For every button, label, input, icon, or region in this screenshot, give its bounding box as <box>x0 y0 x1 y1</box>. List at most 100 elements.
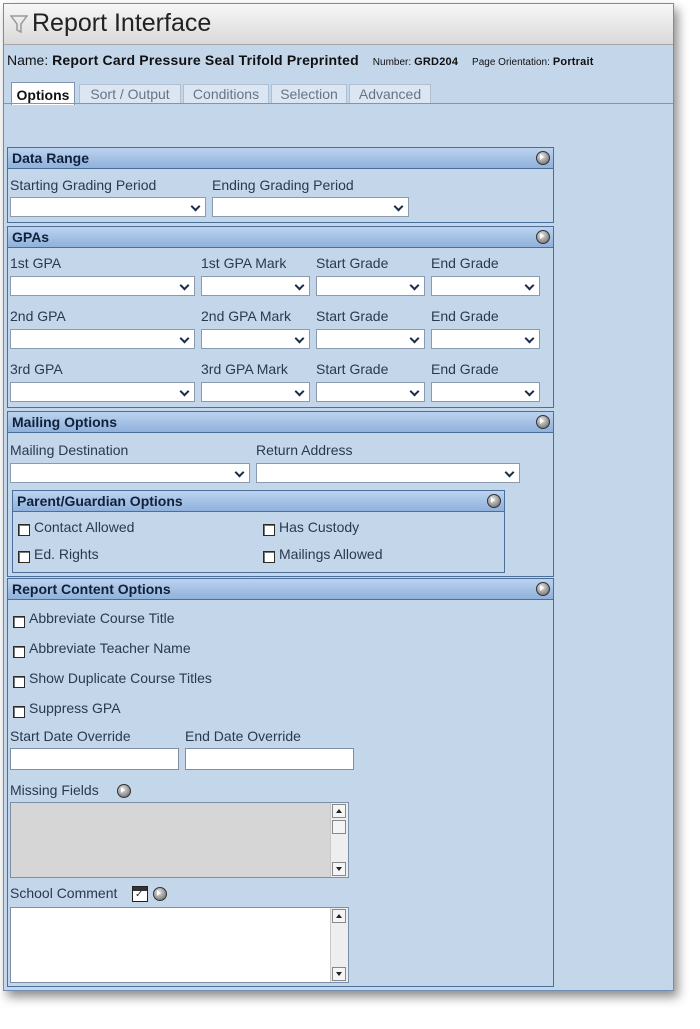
gpa-mark-label: 3rd GPA Mark <box>201 361 288 377</box>
report-interface-window: Report Interface Name: Report Card Press… <box>3 3 674 991</box>
collapse-icon[interactable] <box>536 230 550 244</box>
filter-icon <box>10 15 28 34</box>
show-duplicate-course-titles-label: Show Duplicate Course Titles <box>29 670 212 686</box>
end-grade-label: End Grade <box>431 361 499 377</box>
dropdown-arrow-icon <box>189 200 203 214</box>
gpa-2-end-grade-select[interactable] <box>431 329 540 349</box>
abbreviate-course-title-label: Abbreviate Course Title <box>29 610 175 626</box>
gpas-title: GPAs <box>12 229 50 245</box>
abbreviate-teacher-name-label: Abbreviate Teacher Name <box>29 640 191 656</box>
scroll-down-icon[interactable] <box>332 862 346 876</box>
gpas-panel: GPAs 1st GPA 1st GPA Mark Start Grade En… <box>7 226 554 408</box>
dropdown-arrow-icon <box>523 279 537 293</box>
suppress-gpa-checkbox[interactable] <box>13 706 25 718</box>
dropdown-arrow-icon <box>408 332 422 346</box>
parent-guardian-options-panel: Parent/Guardian Options Contact Allowed … <box>12 490 505 573</box>
dropdown-arrow-icon <box>408 385 422 399</box>
orientation-label: Page Orientation: <box>472 57 550 68</box>
start-date-override-label: Start Date Override <box>10 728 131 744</box>
report-content-options-panel: Report Content Options Abbreviate Course… <box>7 578 554 987</box>
gpa-1-mark-select[interactable] <box>201 276 310 296</box>
collapse-icon[interactable] <box>536 415 550 429</box>
tab-advanced[interactable]: Advanced <box>349 84 431 104</box>
collapse-icon[interactable] <box>536 151 550 165</box>
start-grade-label: Start Grade <box>316 361 389 377</box>
school-comment-options-icon[interactable] <box>153 887 167 901</box>
dropdown-arrow-icon <box>293 385 307 399</box>
dropdown-arrow-icon <box>503 466 517 480</box>
scroll-down-icon[interactable] <box>332 967 346 981</box>
gpa-3-start-grade-select[interactable] <box>316 382 425 402</box>
abbreviate-teacher-name-checkbox[interactable] <box>13 646 25 658</box>
start-date-override-input[interactable] <box>10 748 179 770</box>
starting-grading-period-select[interactable] <box>10 197 206 217</box>
tab-conditions[interactable]: Conditions <box>183 84 269 104</box>
tab-options[interactable]: Options <box>11 82 75 105</box>
dropdown-arrow-icon <box>408 279 422 293</box>
suppress-gpa-label: Suppress GPA <box>29 700 121 716</box>
mailing-destination-select[interactable] <box>10 463 250 483</box>
has-custody-label: Has Custody <box>279 519 360 535</box>
school-comment-label: School Comment <box>10 885 118 901</box>
school-comment-textarea[interactable] <box>10 907 349 983</box>
parent-guardian-header: Parent/Guardian Options <box>13 491 504 512</box>
number-label: Number: <box>372 57 412 68</box>
missing-fields-listbox[interactable] <box>10 802 349 878</box>
start-grade-label: Start Grade <box>316 255 389 271</box>
dropdown-arrow-icon <box>178 279 192 293</box>
return-address-select[interactable] <box>256 463 520 483</box>
title-bar: Report Interface <box>4 4 673 45</box>
tab-divider <box>4 103 673 104</box>
dropdown-arrow-icon <box>178 332 192 346</box>
gpa-3-mark-select[interactable] <box>201 382 310 402</box>
collapse-icon[interactable] <box>487 494 501 508</box>
mailing-options-panel: Mailing Options Mailing Destination Retu… <box>7 411 554 577</box>
start-grade-label: Start Grade <box>316 308 389 324</box>
end-grade-label: End Grade <box>431 308 499 324</box>
scroll-thumb[interactable] <box>332 820 346 834</box>
gpa-2-select[interactable] <box>10 329 195 349</box>
ending-grading-period-label: Ending Grading Period <box>212 177 354 193</box>
gpa-1-select[interactable] <box>10 276 195 296</box>
gpa-mark-label: 1st GPA Mark <box>201 255 287 271</box>
report-info-bar: Name: Report Card Pressure Seal Trifold … <box>7 52 673 68</box>
dropdown-arrow-icon <box>178 385 192 399</box>
window-title: Report Interface <box>32 9 212 37</box>
has-custody-checkbox[interactable] <box>263 524 275 536</box>
tab-sort-output[interactable]: Sort / Output <box>79 84 181 104</box>
scrollbar[interactable] <box>330 803 348 877</box>
gpa-1-start-grade-select[interactable] <box>316 276 425 296</box>
abbreviate-course-title-checkbox[interactable] <box>13 616 25 628</box>
mailing-options-title: Mailing Options <box>12 414 117 430</box>
dropdown-arrow-icon <box>233 466 247 480</box>
gpa-1-end-grade-select[interactable] <box>431 276 540 296</box>
report-content-options-title: Report Content Options <box>12 581 171 597</box>
missing-fields-label: Missing Fields <box>10 782 99 798</box>
mailings-allowed-checkbox[interactable] <box>263 551 275 563</box>
data-range-header: Data Range <box>8 148 553 169</box>
ed-rights-label: Ed. Rights <box>34 546 99 562</box>
ending-grading-period-select[interactable] <box>212 197 409 217</box>
show-duplicate-course-titles-checkbox[interactable] <box>13 676 25 688</box>
end-date-override-input[interactable] <box>185 748 354 770</box>
ed-rights-checkbox[interactable] <box>18 551 30 563</box>
spell-check-icon[interactable] <box>132 886 148 902</box>
dropdown-arrow-icon <box>293 279 307 293</box>
scrollbar[interactable] <box>330 908 348 982</box>
gpa-mark-label: 2nd GPA Mark <box>201 308 292 324</box>
collapse-icon[interactable] <box>536 582 550 596</box>
gpa-2-start-grade-select[interactable] <box>316 329 425 349</box>
gpa-2-mark-select[interactable] <box>201 329 310 349</box>
gpa-label: 2nd GPA <box>10 308 66 324</box>
dropdown-arrow-icon <box>523 332 537 346</box>
gpa-3-select[interactable] <box>10 382 195 402</box>
end-grade-label: End Grade <box>431 255 499 271</box>
missing-fields-options-icon[interactable] <box>117 784 131 798</box>
gpa-3-end-grade-select[interactable] <box>431 382 540 402</box>
report-name: Report Card Pressure Seal Trifold Prepri… <box>52 52 359 68</box>
contact-allowed-checkbox[interactable] <box>18 524 30 536</box>
end-date-override-label: End Date Override <box>185 728 301 744</box>
scroll-up-icon[interactable] <box>332 804 346 818</box>
scroll-up-icon[interactable] <box>332 909 346 923</box>
tab-selection[interactable]: Selection <box>271 84 347 104</box>
